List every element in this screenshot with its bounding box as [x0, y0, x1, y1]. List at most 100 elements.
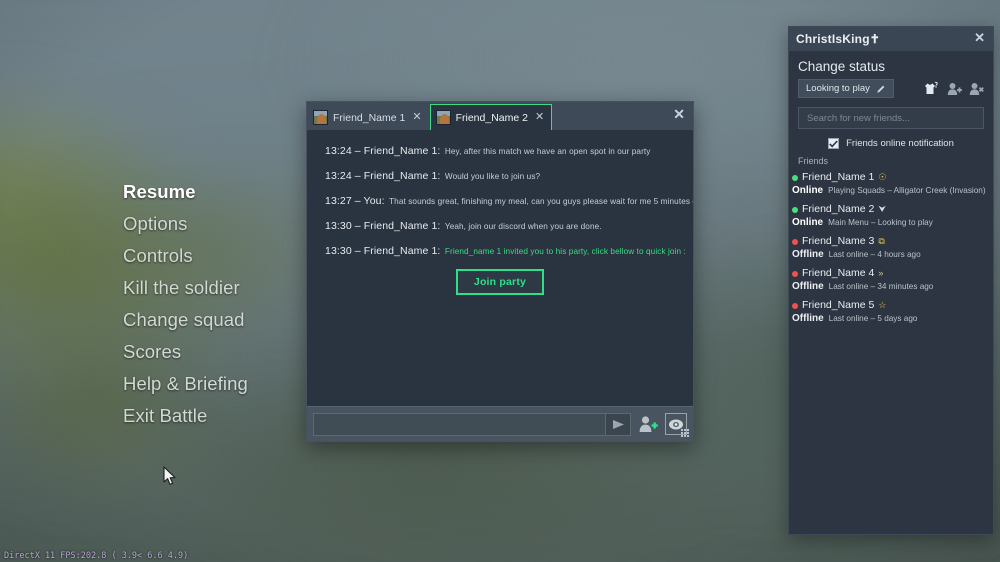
- rank-chevron-icon: ⮟: [878, 204, 887, 214]
- friend-request-icon[interactable]: [923, 81, 940, 96]
- friends-panel-titlebar: ChristIsKing✝ ✕: [789, 27, 993, 51]
- friends-panel: ChristIsKing✝ ✕ Change status Looking to…: [788, 26, 994, 535]
- friend-list-item[interactable]: Friend_Name 3 ⧉ Offline Last online – 4 …: [789, 233, 993, 265]
- friend-info: Friend_Name 3 ⧉ Offline Last online – 4 …: [792, 235, 921, 261]
- join-party-button[interactable]: Join party: [455, 269, 545, 295]
- menu-item-exit-battle[interactable]: Exit Battle: [123, 400, 248, 432]
- chat-message-body: That sounds great, finishing my meal, ca…: [389, 197, 693, 206]
- chat-message-header: 13:30 – Friend_Name 1:: [325, 220, 441, 232]
- friend-detail: Last online – 5 days ago: [828, 314, 918, 323]
- chat-message: 13:24 – Friend_Name 1: Would you like to…: [325, 169, 675, 183]
- friend-list-item[interactable]: Friend_Name 4 » Offline Last online – 34…: [789, 265, 993, 297]
- friend-state: Offline: [792, 313, 824, 324]
- menu-item-options[interactable]: Options: [123, 208, 248, 240]
- chat-message-body: Yeah, join our discord when you are done…: [444, 222, 602, 231]
- friend-info: Friend_Name 1 ☉ Online Playing Squads – …: [792, 171, 986, 197]
- friends-online-notification-row: Friends online notification: [798, 138, 984, 149]
- chat-message-list: 13:24 – Friend_Name 1: Hey, after this m…: [307, 130, 693, 406]
- chat-message-header: 13:27 – You:: [325, 195, 385, 207]
- chat-message-header: 13:30 – Friend_Name 1:: [325, 245, 441, 257]
- online-status-dot: [792, 174, 798, 181]
- menu-item-change-squad[interactable]: Change squad: [123, 304, 248, 336]
- send-arrow-icon: [612, 419, 624, 429]
- chat-titlebar: Friend_Name 1 ✕ Friend_Name 2 ✕ ✕: [307, 102, 693, 130]
- tab-avatar-icon: [435, 110, 451, 125]
- offline-status-dot: [792, 238, 798, 245]
- friend-state: Online: [792, 185, 824, 196]
- chat-message-body: Hey, after this match we have an open sp…: [444, 147, 651, 156]
- chat-tab-friend-name-1[interactable]: Friend_Name 1 ✕: [307, 104, 430, 130]
- chat-message-invite: 13:30 – Friend_Name 1: Friend_name 1 inv…: [325, 244, 686, 258]
- friend-list-item[interactable]: Friend_Name 5 ☆ Offline Last online – 5 …: [789, 297, 993, 329]
- friend-name-line: Friend_Name 5 ☆: [792, 299, 917, 312]
- friend-state: Offline: [792, 281, 824, 292]
- offline-status-dot: [792, 302, 798, 309]
- friend-status-line: Online Main Menu – Looking to play: [792, 216, 933, 229]
- menu-item-help-and-briefing[interactable]: Help & Briefing: [123, 368, 248, 400]
- status-row: Looking to play: [798, 79, 984, 98]
- menu-item-scores[interactable]: Scores: [123, 336, 248, 368]
- pencil-icon: [877, 85, 885, 93]
- remove-friend-icon[interactable]: [969, 82, 984, 96]
- friend-status-line: Online Playing Squads – Alligator Creek …: [792, 184, 986, 197]
- change-status-label: Change status: [798, 59, 886, 74]
- friend-status-line: Offline Last online – 4 hours ago: [792, 248, 921, 261]
- checkmark-icon: [829, 139, 838, 148]
- search-input[interactable]: [798, 107, 984, 129]
- friend-info: Friend_Name 5 ☆ Offline Last online – 5 …: [792, 299, 917, 325]
- fps-overlay: DirectX 11 FPS:202.8 ( 3.9< 6.6 4.9): [4, 551, 189, 561]
- offline-status-dot: [792, 270, 798, 277]
- resize-grip[interactable]: [681, 429, 690, 438]
- chat-input[interactable]: [314, 413, 605, 435]
- friends-section-label: Friends: [798, 156, 829, 166]
- add-friend-icon[interactable]: [947, 82, 962, 96]
- friend-status-line: Offline Last online – 34 minutes ago: [792, 280, 933, 293]
- menu-item-resume[interactable]: Resume: [123, 176, 248, 208]
- menu-item-kill-the-soldier[interactable]: Kill the soldier: [123, 272, 248, 304]
- friend-name: Friend_Name 4: [802, 267, 875, 279]
- close-icon[interactable]: ✕: [974, 31, 985, 44]
- chat-tab-close-icon[interactable]: ✕: [410, 112, 421, 123]
- chat-window: Friend_Name 1 ✕ Friend_Name 2 ✕ ✕ 13:24 …: [306, 101, 694, 442]
- rank-double-chevron-icon: ⧉: [878, 236, 885, 246]
- friends-panel-title: ChristIsKing✝: [796, 32, 880, 46]
- chat-message-header: 13:24 – Friend_Name 1:: [325, 170, 441, 182]
- status-value: Looking to play: [806, 83, 870, 94]
- rank-star-icon: ☆: [878, 300, 887, 310]
- friend-name: Friend_Name 1: [802, 171, 875, 183]
- chat-bottom-bar: [307, 406, 693, 441]
- chat-message-body: Friend_name 1 invited you to his party, …: [444, 247, 686, 256]
- friend-detail: Last online – 34 minutes ago: [828, 282, 934, 291]
- friend-status-line: Offline Last online – 5 days ago: [792, 312, 917, 325]
- friend-name: Friend_Name 3: [802, 235, 875, 247]
- chat-tab-friend-name-2[interactable]: Friend_Name 2 ✕: [429, 104, 553, 130]
- friend-name-line: Friend_Name 1 ☉: [792, 171, 986, 184]
- friend-name: Friend_Name 2: [802, 203, 875, 215]
- status-selector[interactable]: Looking to play: [798, 79, 894, 98]
- friend-list-item[interactable]: Friend_Name 2 ⮟ Online Main Menu – Looki…: [789, 201, 993, 233]
- chat-input-container: [313, 412, 631, 436]
- friends-online-notification-checkbox[interactable]: [828, 138, 840, 149]
- status-action-icons: [923, 81, 984, 96]
- join-party-container: Join party: [325, 269, 675, 295]
- friend-state: Offline: [792, 249, 824, 260]
- chat-message: 13:27 – You: That sounds great, finishin…: [325, 194, 693, 208]
- chat-tab-close-icon[interactable]: ✕: [533, 112, 544, 123]
- close-icon[interactable]: ✕: [673, 107, 685, 121]
- friend-detail: Last online – 4 hours ago: [828, 250, 921, 259]
- add-friend-button[interactable]: [637, 413, 659, 435]
- add-friend-icon: [639, 416, 658, 432]
- online-status-dot: [792, 206, 798, 213]
- send-button[interactable]: [605, 413, 630, 435]
- pause-menu: Resume Options Controls Kill the soldier…: [123, 176, 248, 432]
- rank-sun-icon: ☉: [878, 172, 887, 182]
- friends-online-notification-label: Friends online notification: [846, 138, 954, 149]
- friend-name-line: Friend_Name 3 ⧉: [792, 235, 921, 248]
- friend-detail: Main Menu – Looking to play: [828, 218, 933, 227]
- tab-avatar-icon: [313, 110, 328, 125]
- chat-message: 13:30 – Friend_Name 1: Yeah, join our di…: [325, 219, 675, 233]
- rank-stripes-icon: »: [878, 268, 884, 278]
- friend-info: Friend_Name 4 » Offline Last online – 34…: [792, 267, 933, 293]
- menu-item-controls[interactable]: Controls: [123, 240, 248, 272]
- friend-list-item[interactable]: Friend_Name 1 ☉ Online Playing Squads – …: [789, 169, 993, 201]
